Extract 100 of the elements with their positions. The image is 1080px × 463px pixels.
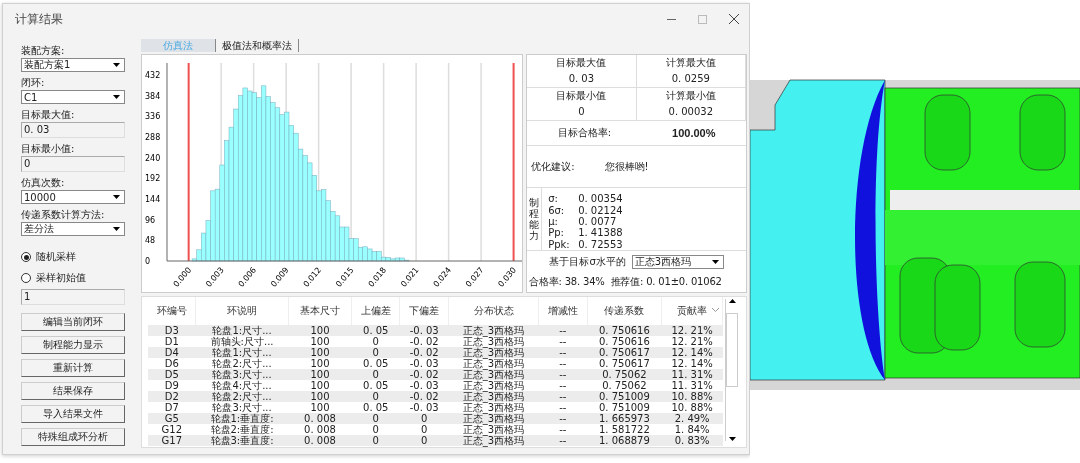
table-cell: -0. 03 — [400, 402, 449, 413]
table-cell: 100 — [288, 380, 352, 391]
stat-label: μ: — [548, 216, 558, 228]
table-cell: 0. 05 — [351, 325, 400, 336]
table-cell: 10. 88% — [661, 402, 723, 413]
window-title: 计算结果 — [15, 10, 64, 28]
table-cell: 轮盘2:垂直度: — [195, 424, 289, 435]
y-tick-label: 432 — [145, 71, 161, 81]
table-cell: 轮盘1:垂直度: — [195, 413, 289, 424]
table-cell: G5 — [148, 413, 196, 424]
table-cell: 0. 750617 — [587, 347, 662, 358]
stat-label: 目标最小值 — [556, 89, 607, 103]
table-cell: 正态_3西格玛 — [448, 347, 539, 358]
stat-value: 0. 0259 — [671, 72, 710, 86]
table-cell: D2 — [148, 391, 196, 402]
table-cell: 0. 750616 — [587, 325, 662, 336]
table-cell: 正态_3西格玛 — [448, 380, 539, 391]
table-cell: 正态_3西格玛 — [448, 402, 539, 413]
result-text: 合格率: 38. 34% — [529, 275, 605, 290]
y-tick-label: 48 — [145, 236, 156, 246]
table-cell: D5 — [148, 369, 196, 380]
table-cell: -- — [538, 424, 587, 435]
y-tick-label: 192 — [145, 174, 161, 184]
table-cell: 12. 21% — [661, 336, 723, 347]
table-cell: 轮盘2:尺寸... — [195, 358, 289, 369]
table-cell: 轮盘3:尺寸... — [195, 402, 289, 413]
table-cell: 正态_3西格玛 — [448, 358, 539, 369]
table-cell: 100 — [288, 336, 352, 347]
table-cell: 0. 008 — [288, 435, 352, 446]
table-cell: 0. 83% — [661, 435, 723, 446]
field-label: 装配方案: — [21, 45, 66, 57]
stat-value: 0. 72553 — [578, 238, 623, 250]
table-cell: -- — [538, 413, 587, 424]
stat-label: Ppk: — [548, 238, 571, 250]
table-cell: 12. 21% — [661, 325, 723, 336]
table-cell: 正态_3西格玛 — [448, 325, 539, 336]
table-cell: 0. 05 — [351, 402, 400, 413]
y-tick-label: 384 — [145, 91, 161, 101]
stat-value: 100.00% — [672, 127, 716, 140]
table-cell: 轮盘1:尺寸... — [195, 325, 289, 336]
table-cell: 0. 751009 — [587, 402, 662, 413]
table-cell: 0. 008 — [288, 424, 352, 435]
table-cell: 轮盘2:尺寸... — [195, 391, 289, 402]
table-cell: 1. 581722 — [587, 424, 662, 435]
table-cell: 100 — [288, 391, 352, 402]
table-cell: 10. 88% — [661, 391, 723, 402]
y-tick-label: 240 — [145, 153, 161, 163]
table-cell: -- — [538, 336, 587, 347]
table-cell: 轮盘4:尺寸... — [195, 380, 289, 391]
table-cell: 0. 75062 — [587, 369, 662, 380]
y-tick-label: 336 — [145, 112, 161, 122]
table-cell: D1 — [148, 336, 196, 347]
table-cell: 0. 75062 — [587, 380, 662, 391]
table-cell: D6 — [148, 358, 196, 369]
stat-label: 基于目标σ水平的 — [549, 254, 626, 269]
table-cell: D4 — [148, 347, 196, 358]
stat-value: 0. 00354 — [578, 193, 623, 205]
table-cell: 正态_3西格玛 — [448, 369, 539, 380]
field-label: 闭环: — [21, 77, 46, 89]
table-cell: 0 — [351, 413, 400, 424]
table-cell: 0. 05 — [351, 380, 400, 391]
stat-value: 0 — [578, 105, 585, 119]
table-cell: 100 — [288, 402, 352, 413]
result-text: 推荐值: 0. 01±0. 01062 — [610, 275, 722, 290]
table-cell: -- — [538, 358, 587, 369]
stat-label: 目标最大值 — [556, 56, 607, 70]
table-cell: -- — [538, 380, 587, 391]
table-cell: 100 — [288, 358, 352, 369]
stat-value: 1. 41388 — [578, 227, 623, 239]
table-cell: 1. 84% — [661, 424, 723, 435]
table-cell: 0. 751009 — [587, 391, 662, 402]
y-tick-label: 144 — [145, 195, 161, 204]
table-cell: -0. 02 — [400, 336, 449, 347]
table-cell: 轮盘3:垂直度: — [195, 435, 289, 446]
table-cell: 11. 31% — [661, 380, 723, 391]
table-cell: 0 — [400, 435, 449, 446]
table-cell: G17 — [148, 435, 196, 446]
field-label: 传递系数计算方法: — [21, 209, 106, 221]
stat-label: σ: — [548, 193, 559, 205]
table-cell: 2. 49% — [661, 413, 723, 424]
table-cell: 100 — [288, 369, 352, 380]
table-cell: 11. 31% — [661, 369, 723, 380]
table-cell: 0 — [351, 336, 400, 347]
stat-label: 目标合格率: — [557, 126, 611, 141]
stat-label: 6σ: — [548, 204, 566, 217]
stat-label: Pp: — [548, 227, 565, 239]
stat-label: 优化建议: — [531, 159, 575, 174]
stat-label: 计算最大值 — [665, 56, 716, 70]
table-cell: -- — [538, 391, 587, 402]
table-cell: -0. 03 — [400, 325, 449, 336]
table-cell: -- — [538, 325, 587, 336]
table-cell: 1. 068879 — [587, 435, 662, 446]
table-cell: 正态_3西格玛 — [448, 391, 539, 402]
table-cell: 0. 750616 — [587, 336, 662, 347]
table-cell: 0 — [400, 413, 449, 424]
section-label: 制程能力 — [527, 188, 543, 250]
table-cell: -- — [538, 347, 587, 358]
table-cell: -- — [538, 402, 587, 413]
table-cell: 0. 05 — [351, 358, 400, 369]
table-cell: D9 — [148, 380, 196, 391]
